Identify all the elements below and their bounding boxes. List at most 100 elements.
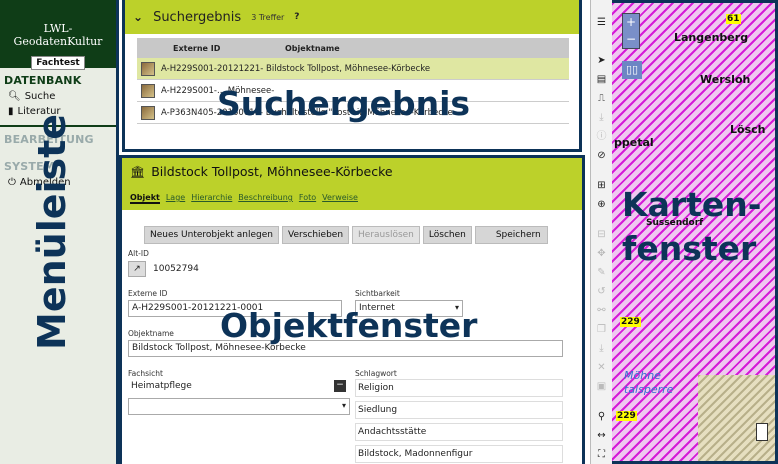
alt-id-value: 10052794 [153,264,199,274]
move-button[interactable]: Verschieben [282,226,350,244]
document-icon[interactable]: ▤ [594,73,610,87]
keyword-siedlung[interactable]: Siedlung [355,401,563,419]
map-label-road: 229 [620,317,641,327]
map-label-place: Langenberg [674,31,749,44]
search-result-title: Suchergebnis [153,9,242,25]
measure-icon[interactable]: ↔ [594,429,610,443]
add-circle-icon[interactable]: ⊕ [594,198,610,212]
map-panel[interactable]: + − ▯▯ 61 Langenberg Wersloh Lösch ppeta… [612,0,778,464]
keyword-religion[interactable]: Religion [355,379,563,397]
fachsicht-value: Heimatpflege [131,381,192,391]
search-result-panel: ⌄ Suchergebnis 3 Treffer ? Externe ID Ob… [122,0,582,152]
map-label-place: ppetal [614,136,654,149]
fachsicht-select[interactable]: ▾ [128,398,350,415]
info-icon[interactable]: ⓘ [594,130,610,144]
scale-control[interactable] [756,423,768,441]
zoom-control[interactable]: + − [622,13,640,49]
thumbnail-image [141,83,155,98]
object-toolbar: Neues Unterobjekt anlegen Verschieben He… [144,226,548,244]
chevron-down-icon[interactable]: ⌄ [133,10,143,24]
object-panel: 🏛︎ Bildstock Tollpost, Möhnesee-Körbecke… [119,155,585,464]
book-icon: ▮ [8,106,14,117]
block-icon[interactable]: ⊘ [594,149,610,163]
menu-item-label: Suche [24,91,56,102]
menu-overlay-label: Menüleiste [30,113,74,350]
schlagwort-label: Schlagwort [355,369,397,378]
zoom-out-icon[interactable]: − [623,31,639,48]
tab-objekt[interactable]: Objekt [130,193,160,204]
chevron-down-icon: ▾ [341,401,346,410]
result-count: 3 Treffer [251,12,285,22]
external-link-icon[interactable]: ↗ [128,261,146,277]
minus-box-icon[interactable]: ⊟ [594,228,610,242]
close-icon[interactable]: ✕ [594,361,610,375]
menu-item-suche[interactable]: 🔍︎ Suche [0,89,116,104]
map-label-place: Wersloh [700,73,751,86]
release-button[interactable]: Herauslösen [352,226,420,244]
stamp-icon[interactable]: ⎍ [594,92,610,106]
map-toolbar: ☰ ➤ ▤ ⎍ ⤓ ⓘ ⊘ ⊞ ⊕ ⊟ ✥ ✎ ↺ ⚯ ❐ ⤓ ✕ ▣ ⚲ ↔ … [590,0,612,464]
add-box-icon[interactable]: ⊞ [594,179,610,193]
list-icon[interactable]: ☰ [594,16,610,30]
external-id-label: Externe ID [128,289,168,298]
tab-verweise[interactable]: Verweise [322,193,358,204]
thumbnail-image [141,105,155,120]
map-label-place: Lösch [730,123,766,136]
row-text: A-H229S001-20121221- Bildstock Tollpost,… [161,63,431,74]
area-icon[interactable]: ⛶ [594,448,610,462]
keyword-andachtsstaette[interactable]: Andachtsstätte [355,423,563,441]
menu-section-datenbank: DATENBANK [4,74,82,87]
fachsicht-label: Fachsicht [128,369,163,378]
visibility-label: Sichtbarkeit [355,289,400,298]
edit-icon[interactable]: ✎ [594,266,610,280]
save-button[interactable]: Speichern [474,226,548,244]
map-overlay-line2: fenster [622,229,757,268]
column-object-name[interactable]: Objektname [285,44,340,53]
undo-icon[interactable]: ↺ [594,285,610,299]
search-result-header: ⌄ Suchergebnis 3 Treffer ? [125,0,579,34]
map-label-road: 229 [616,411,637,421]
object-name-label: Objektname [128,329,174,338]
remove-icon[interactable]: − [334,380,346,392]
object-tabs: Objekt Lage Hierarchie Beschreibung Foto… [130,193,574,204]
copy-icon[interactable]: ❐ [594,323,610,337]
book-icon[interactable]: ▯▯ [622,61,642,79]
map-area-forest [698,375,775,461]
table-header: Externe ID Objektname [137,38,569,58]
move-icon[interactable]: ✥ [594,247,610,261]
object-header: 🏛︎ Bildstock Tollpost, Möhnesee-Körbecke… [122,158,582,210]
object-title: Bildstock Tollpost, Möhnesee-Körbecke [151,164,393,179]
tab-beschreibung[interactable]: Beschreibung [238,193,293,204]
tab-hierarchie[interactable]: Hierarchie [191,193,232,204]
map-overlay-line1: Karten- [622,185,762,224]
delete-button[interactable]: Löschen [422,226,472,244]
app-logo[interactable]: LWL-GeodatenKultur Fachtest [0,0,116,70]
map-label-water: talsperre [624,383,674,396]
tab-foto[interactable]: Foto [299,193,316,204]
download-icon[interactable]: ⤓ [594,111,610,125]
menu-bar: LWL-GeodatenKultur Fachtest DATENBANK 🔍︎… [0,0,119,464]
monument-icon: 🏛︎ [130,164,146,179]
thumbnail-image [141,61,155,76]
pointer-icon[interactable]: ➤ [594,54,610,68]
column-external-id[interactable]: Externe ID [173,44,285,53]
help-icon[interactable]: ? [294,12,299,22]
search-icon: 🔍︎ [8,91,21,102]
search-overlay-label: Suchergebnis [217,84,471,123]
environment-badge: Fachtest [31,56,85,70]
object-overlay-label: Objektfenster [220,306,478,345]
import-icon[interactable]: ⤓ [594,342,610,356]
logo-title: LWL-GeodatenKultur [13,22,103,48]
table-row[interactable]: A-H229S001-20121221- Bildstock Tollpost,… [137,58,569,80]
new-subobject-button[interactable]: Neues Unterobjekt anlegen [144,226,279,244]
save-icon[interactable]: ▣ [594,380,610,394]
link-icon[interactable]: ⚯ [594,304,610,318]
marker-icon[interactable]: ⚲ [594,410,610,424]
keyword-bildstock[interactable]: Bildstock, Madonnenfigur [355,445,563,463]
tab-lage[interactable]: Lage [166,193,185,204]
alt-id-label: Alt-ID [128,249,149,258]
map-label-road: 61 [726,14,741,24]
map-label-water: Möhne [624,369,661,382]
power-icon: ⏻ [8,177,16,188]
zoom-in-icon[interactable]: + [623,14,639,31]
